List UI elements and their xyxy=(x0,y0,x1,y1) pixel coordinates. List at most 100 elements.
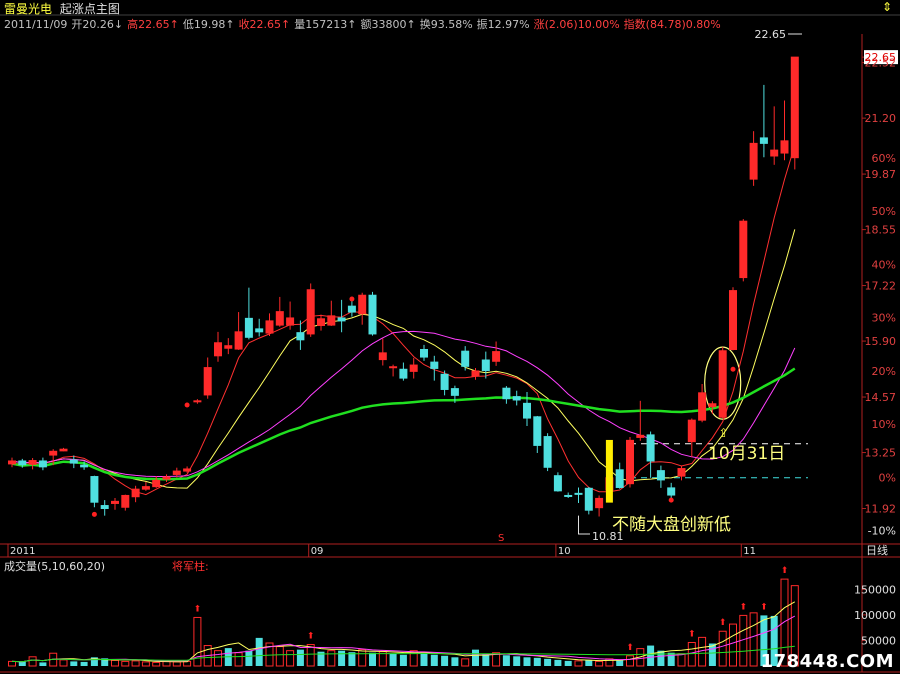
candle-body-up xyxy=(234,331,243,350)
quote-item: 涨(2.06)10.00% xyxy=(533,18,620,31)
candle-body-up xyxy=(152,479,161,488)
signal-dot xyxy=(349,296,355,302)
volume-bar-down xyxy=(441,655,449,666)
chart-frame xyxy=(0,14,900,673)
candle-body-up xyxy=(265,320,274,334)
candle-body-up xyxy=(471,370,480,377)
candle-body-down xyxy=(69,459,78,464)
volume-tick-label: 100000 xyxy=(854,609,896,622)
candle-body-down xyxy=(512,396,521,401)
quote-item: 高22.65↑ xyxy=(127,18,179,31)
percent-tick-label: 20% xyxy=(872,365,896,378)
candle-body-up xyxy=(595,497,604,509)
volume-bar-down xyxy=(523,657,531,666)
volume-signal-arrow: ⬆ xyxy=(307,632,315,642)
candle-body-down xyxy=(347,305,356,313)
candle-body-up xyxy=(708,403,717,408)
ma-short-line xyxy=(11,144,796,496)
volume-bar-up xyxy=(626,655,634,667)
price-tick-label: 13.25 xyxy=(865,447,897,460)
volume-title: 成交量(5,10,60,20) xyxy=(4,559,105,573)
volume-bar-up xyxy=(327,650,336,667)
high-price-label: 22.65 xyxy=(755,28,787,41)
candle-body-down xyxy=(523,402,531,419)
volume-bar-down xyxy=(338,650,346,666)
volume-bar-up xyxy=(595,660,604,667)
volume-bar-up xyxy=(718,630,727,667)
price-tick-label: 14.57 xyxy=(865,391,897,404)
time-axis-label: 10 xyxy=(558,546,571,557)
candle-body-down xyxy=(430,361,439,369)
quote-item: 开20.26↓ xyxy=(71,18,124,31)
candle-body-up xyxy=(193,400,202,403)
percent-tick-label: 60% xyxy=(872,152,896,165)
volume-bar-down xyxy=(255,637,263,666)
ma-mid-line xyxy=(11,229,796,489)
quote-item: 换93.58% xyxy=(419,18,473,31)
volume-bar-down xyxy=(70,661,78,666)
volume-bar-up xyxy=(172,661,181,667)
candle-body-down xyxy=(533,416,542,446)
volume-bar-down xyxy=(245,650,253,666)
candle-body-up xyxy=(409,364,418,372)
candle-body-up xyxy=(718,350,727,418)
candle-body-up xyxy=(111,500,119,504)
candlestick-series xyxy=(8,56,799,517)
candle-body-down xyxy=(255,328,264,333)
current-price-tag: 22.65 xyxy=(865,51,897,64)
volume-bar-down xyxy=(564,660,572,666)
stock-chart-canvas: 22.5221.2019.8718.5517.2215.9014.5713.25… xyxy=(0,14,900,673)
candle-body-up xyxy=(59,448,68,452)
candle-body-up xyxy=(8,460,16,465)
volume-bar-down xyxy=(80,661,88,666)
volume-bar-up xyxy=(121,660,130,667)
candle-body-up xyxy=(317,318,325,327)
quote-item: 2011/11/09 xyxy=(4,18,68,31)
candle-body-down xyxy=(667,487,676,496)
caption-annotation: 不随大盘创新低 xyxy=(612,515,731,535)
highlight-candle xyxy=(605,439,613,503)
candle-body-down xyxy=(80,464,89,468)
candle-body-down xyxy=(100,505,109,510)
candle-body-up xyxy=(172,470,181,475)
volume-signal-arrow: ⬆ xyxy=(781,566,789,576)
signal-dot xyxy=(668,497,674,503)
period-label: 日线 xyxy=(866,543,888,557)
candle-body-up xyxy=(327,315,336,326)
volume-bar-down xyxy=(647,645,655,666)
quote-item: 振12.97% xyxy=(476,18,530,31)
volume-bar-up xyxy=(234,652,243,667)
candle-body-up xyxy=(378,352,387,361)
candle-body-down xyxy=(399,368,408,379)
candle-body-down xyxy=(296,332,305,341)
volume-signal-arrow: ⬆ xyxy=(719,618,727,628)
volume-signal-arrow: ⬆ xyxy=(194,604,202,614)
volume-bar-up xyxy=(729,623,737,667)
volume-bar-down xyxy=(513,656,521,666)
time-axis-label: 2011 xyxy=(10,546,35,557)
volume-bar-down xyxy=(544,658,552,666)
candle-body-up xyxy=(790,56,799,159)
candle-body-down xyxy=(440,373,449,390)
volume-bar-down xyxy=(502,655,510,666)
candle-body-down xyxy=(759,137,768,144)
volume-bar-down xyxy=(296,649,304,666)
volume-bar-up xyxy=(687,641,696,667)
candle-body-up xyxy=(739,220,748,279)
candle-body-up xyxy=(729,290,737,350)
candle-body-up xyxy=(162,476,171,480)
quote-item: 低19.98↑ xyxy=(182,18,235,31)
volume-bar-down xyxy=(399,654,407,666)
volume-signal-arrow: ⬆ xyxy=(740,602,748,612)
percent-tick-label: -10% xyxy=(868,525,896,538)
volume-bar-up xyxy=(461,658,470,667)
up-arrow-icon: ⇧ xyxy=(719,426,729,440)
price-tick-label: 21.20 xyxy=(865,112,897,125)
watermark: 178448.COM xyxy=(760,651,894,672)
signal-dot xyxy=(184,402,190,408)
candle-body-down xyxy=(615,469,624,488)
candle-body-up xyxy=(687,419,696,443)
candle-body-down xyxy=(584,487,593,511)
candle-body-down xyxy=(543,436,552,468)
toggle-panel-icon[interactable]: ⇕ xyxy=(882,0,892,14)
